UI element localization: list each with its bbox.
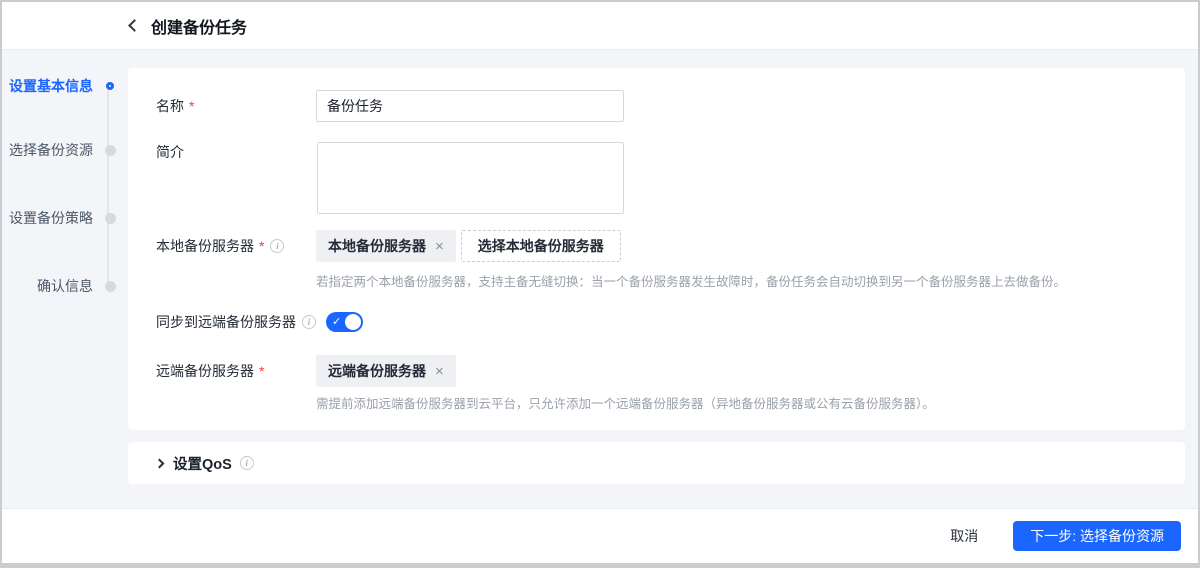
step-marker xyxy=(102,278,118,294)
local-server-field: 本地备份服务器 × 选择本地备份服务器 xyxy=(316,230,621,262)
info-icon[interactable]: i xyxy=(239,456,254,470)
sync-remote-toggle[interactable]: ✓ xyxy=(326,312,363,332)
remote-server-field: 远端备份服务器 × xyxy=(316,355,456,387)
page-title: 创建备份任务 xyxy=(151,19,248,37)
footer-action-bar: 取消 下一步: 选择备份资源 xyxy=(2,508,1198,563)
qos-collapse-toggle[interactable]: 设置QoS i xyxy=(154,453,254,474)
step-item-backup-policy[interactable]: 设置备份策略 xyxy=(6,208,118,228)
step-item-select-resources[interactable]: 选择备份资源 xyxy=(6,140,118,160)
back-icon[interactable] xyxy=(128,19,141,32)
remote-server-tag: 远端备份服务器 × xyxy=(316,355,456,387)
check-icon: ✓ xyxy=(332,316,342,328)
qos-section-label: 设置QoS xyxy=(173,456,232,473)
create-backup-task-window: 创建备份任务 设置基本信息 选择备份资源 设置备份策略 确认信息 名称* 简介 … xyxy=(0,0,1200,568)
required-marker: * xyxy=(189,98,195,114)
step-label: 选择备份资源 xyxy=(9,142,93,158)
description-textarea[interactable] xyxy=(317,142,624,214)
sync-remote-label: 同步到远端备份服务器 xyxy=(156,314,296,330)
remote-server-label: 远端备份服务器 * xyxy=(156,363,265,379)
step-marker xyxy=(102,210,118,226)
step-marker-active xyxy=(102,78,118,94)
step-label: 设置基本信息 xyxy=(9,78,93,94)
required-marker: * xyxy=(259,238,265,254)
step-item-basic-info[interactable]: 设置基本信息 xyxy=(6,76,118,96)
sync-remote-row: 同步到远端备份服务器 i ✓ xyxy=(156,312,363,332)
close-icon[interactable]: × xyxy=(435,239,444,254)
cancel-button[interactable]: 取消 xyxy=(948,520,980,552)
description-label: 简介 xyxy=(156,144,184,160)
name-label: 名称 * xyxy=(156,98,195,114)
info-icon[interactable]: i xyxy=(302,315,316,329)
step-marker xyxy=(102,142,118,158)
close-icon[interactable]: × xyxy=(435,364,444,379)
info-icon[interactable]: i xyxy=(270,239,285,253)
qos-section-card: 设置QoS i xyxy=(128,442,1185,484)
name-input[interactable] xyxy=(316,90,624,122)
required-marker: * xyxy=(259,363,265,379)
local-server-tag: 本地备份服务器 × xyxy=(316,230,456,262)
stepper-rail xyxy=(107,90,109,288)
step-label: 确认信息 xyxy=(37,278,93,294)
page-header: 创建备份任务 xyxy=(2,2,1198,50)
select-local-server-button[interactable]: 选择本地备份服务器 xyxy=(460,230,621,262)
local-server-label: 本地备份服务器 * i xyxy=(156,230,285,262)
step-label: 设置备份策略 xyxy=(9,210,93,226)
remote-server-tag-label: 远端备份服务器 xyxy=(328,363,426,379)
chevron-right-icon xyxy=(154,458,165,468)
local-server-tag-label: 本地备份服务器 xyxy=(328,238,426,254)
next-step-button[interactable]: 下一步: 选择备份资源 xyxy=(1013,521,1181,551)
step-item-confirm-info[interactable]: 确认信息 xyxy=(6,276,118,296)
local-server-help-text: 若指定两个本地备份服务器，支持主备无缝切换：当一个备份服务器发生故障时，备份任务… xyxy=(316,275,1067,289)
basic-info-form-card: 名称* 简介 本地备份服务器* i 本地备份服务器 × 选择本地备份服务器 若指… xyxy=(128,68,1185,430)
remote-server-help-text: 需提前添加远端备份服务器到云平台，只允许添加一个远端备份服务器（异地备份服务器或… xyxy=(316,397,935,411)
toggle-knob xyxy=(345,314,361,330)
